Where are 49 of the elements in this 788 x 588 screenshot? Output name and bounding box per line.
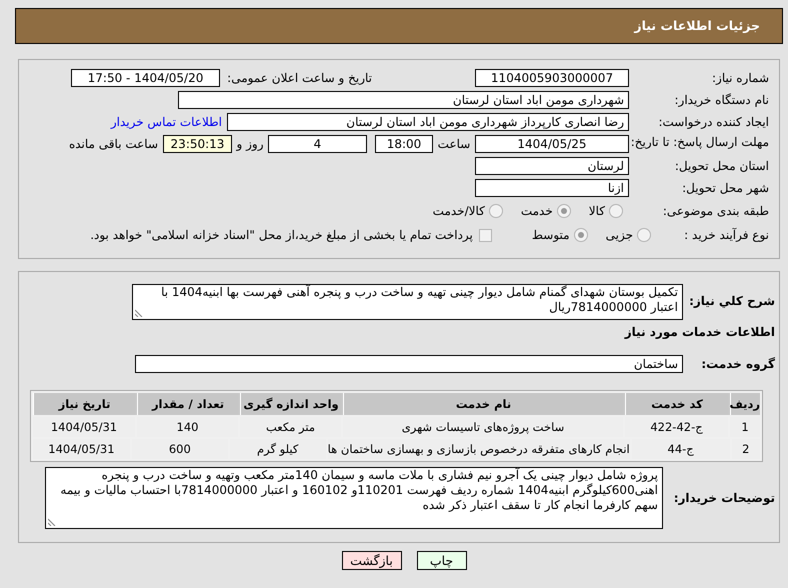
field-label: توضیحات خریدار:	[672, 490, 775, 507]
field-label: مهلت ارسال پاسخ: تا تاریخ:	[630, 135, 769, 149]
resize-grip-icon	[48, 518, 56, 526]
field-value[interactable]: 4	[268, 135, 367, 153]
field-label: نوع فرآیند خرید :	[683, 228, 769, 242]
field-label: شرح کلي نياز:	[688, 293, 775, 310]
radio-button[interactable]	[574, 228, 588, 242]
field-label: استان محل تحویل:	[674, 159, 769, 173]
field-value[interactable]: 1404/05/25	[475, 135, 629, 153]
time-label: ساعت	[436, 136, 472, 153]
radio-label: کالا	[588, 203, 605, 220]
field-label: ایجاد کننده درخواست:	[657, 115, 769, 129]
field-label: شهر محل تحویل:	[681, 181, 769, 195]
field-value[interactable]: شهرداری مومن اباد استان لرستان	[178, 91, 629, 109]
page-title: جزئیات اطلاعات نیاز	[634, 16, 760, 35]
radio-label: متوسط	[532, 227, 570, 244]
field-value[interactable]: ساختمان	[135, 355, 683, 373]
field-value[interactable]: رضا انصاری کارپرداز شهرداری مومن اباد استان لرستان	[227, 113, 629, 131]
field-label: گروه خدمت:	[700, 356, 775, 373]
radio-button[interactable]	[488, 204, 503, 218]
field-label: تاریخ و ساعت اعلان عمومی:	[226, 71, 372, 85]
column-header: ردیف	[730, 393, 760, 415]
notes-textarea[interactable]: پروژه شامل دیوار چینی یک آجرو نیم فشاری با ملات ماسه و سیمان 140متر مکعب وتهیه و ساخت درب و پنجره اهنی600کیلوگرم ابنیه1404 شماره ردیف فهرست 110201و 160102 و اعتبار 7814000000با احتساب مالیات و بیمه سهم کارفرما انجام کار تا سقف اعتبار ذکر شده	[45, 467, 663, 529]
print-button[interactable]: چاپ	[416, 551, 466, 570]
summary-textarea[interactable]: تکمیل بوستان شهدای گمنام شامل دیوار چینی تهیه و ساخت درب و پنجره آهنی فهرست بها ابنیه1404 با اعتبار 7814000000ریال	[132, 284, 683, 320]
field-label: نام دستگاه خریدار:	[674, 93, 769, 107]
field-value[interactable]: لرستان	[475, 157, 629, 175]
checkbox-label: پرداخت تمام یا بخشی از مبلغ خرید،از محل "اسناد خزانه اسلامی" خواهد بود.	[90, 227, 473, 244]
checkbox[interactable]	[478, 228, 492, 242]
section-title: اطلاعات خدمات مورد نياز	[623, 324, 775, 341]
field-value[interactable]: 1104005903000007	[475, 69, 629, 87]
radio-button[interactable]	[556, 204, 571, 218]
radio-label: جزیی	[606, 227, 633, 244]
radio-button[interactable]	[637, 228, 651, 242]
field-value[interactable]: 1404/05/20 - 17:50	[71, 69, 220, 87]
days-label: روز و	[235, 136, 264, 153]
radio-button[interactable]	[609, 204, 623, 218]
remaining-label: ساعت باقی مانده	[68, 136, 158, 153]
field-value[interactable]: ازنا	[475, 179, 629, 197]
radio-label: خدمت	[520, 203, 553, 220]
field-value[interactable]: 18:00	[375, 135, 433, 153]
contact-link[interactable]: اطلاعات تماس خریدار	[110, 113, 222, 131]
field-label: شماره نیاز:	[711, 71, 769, 85]
field-label: طبقه بندی موضوعی:	[662, 204, 769, 218]
column-header: واحد اندازه گیری	[240, 393, 341, 415]
remaining-time[interactable]: 23:50:13	[163, 135, 232, 153]
resize-grip-icon	[135, 309, 143, 317]
back-button[interactable]: بازگشت	[342, 551, 402, 570]
radio-label: کالا/خدمت	[432, 203, 485, 220]
